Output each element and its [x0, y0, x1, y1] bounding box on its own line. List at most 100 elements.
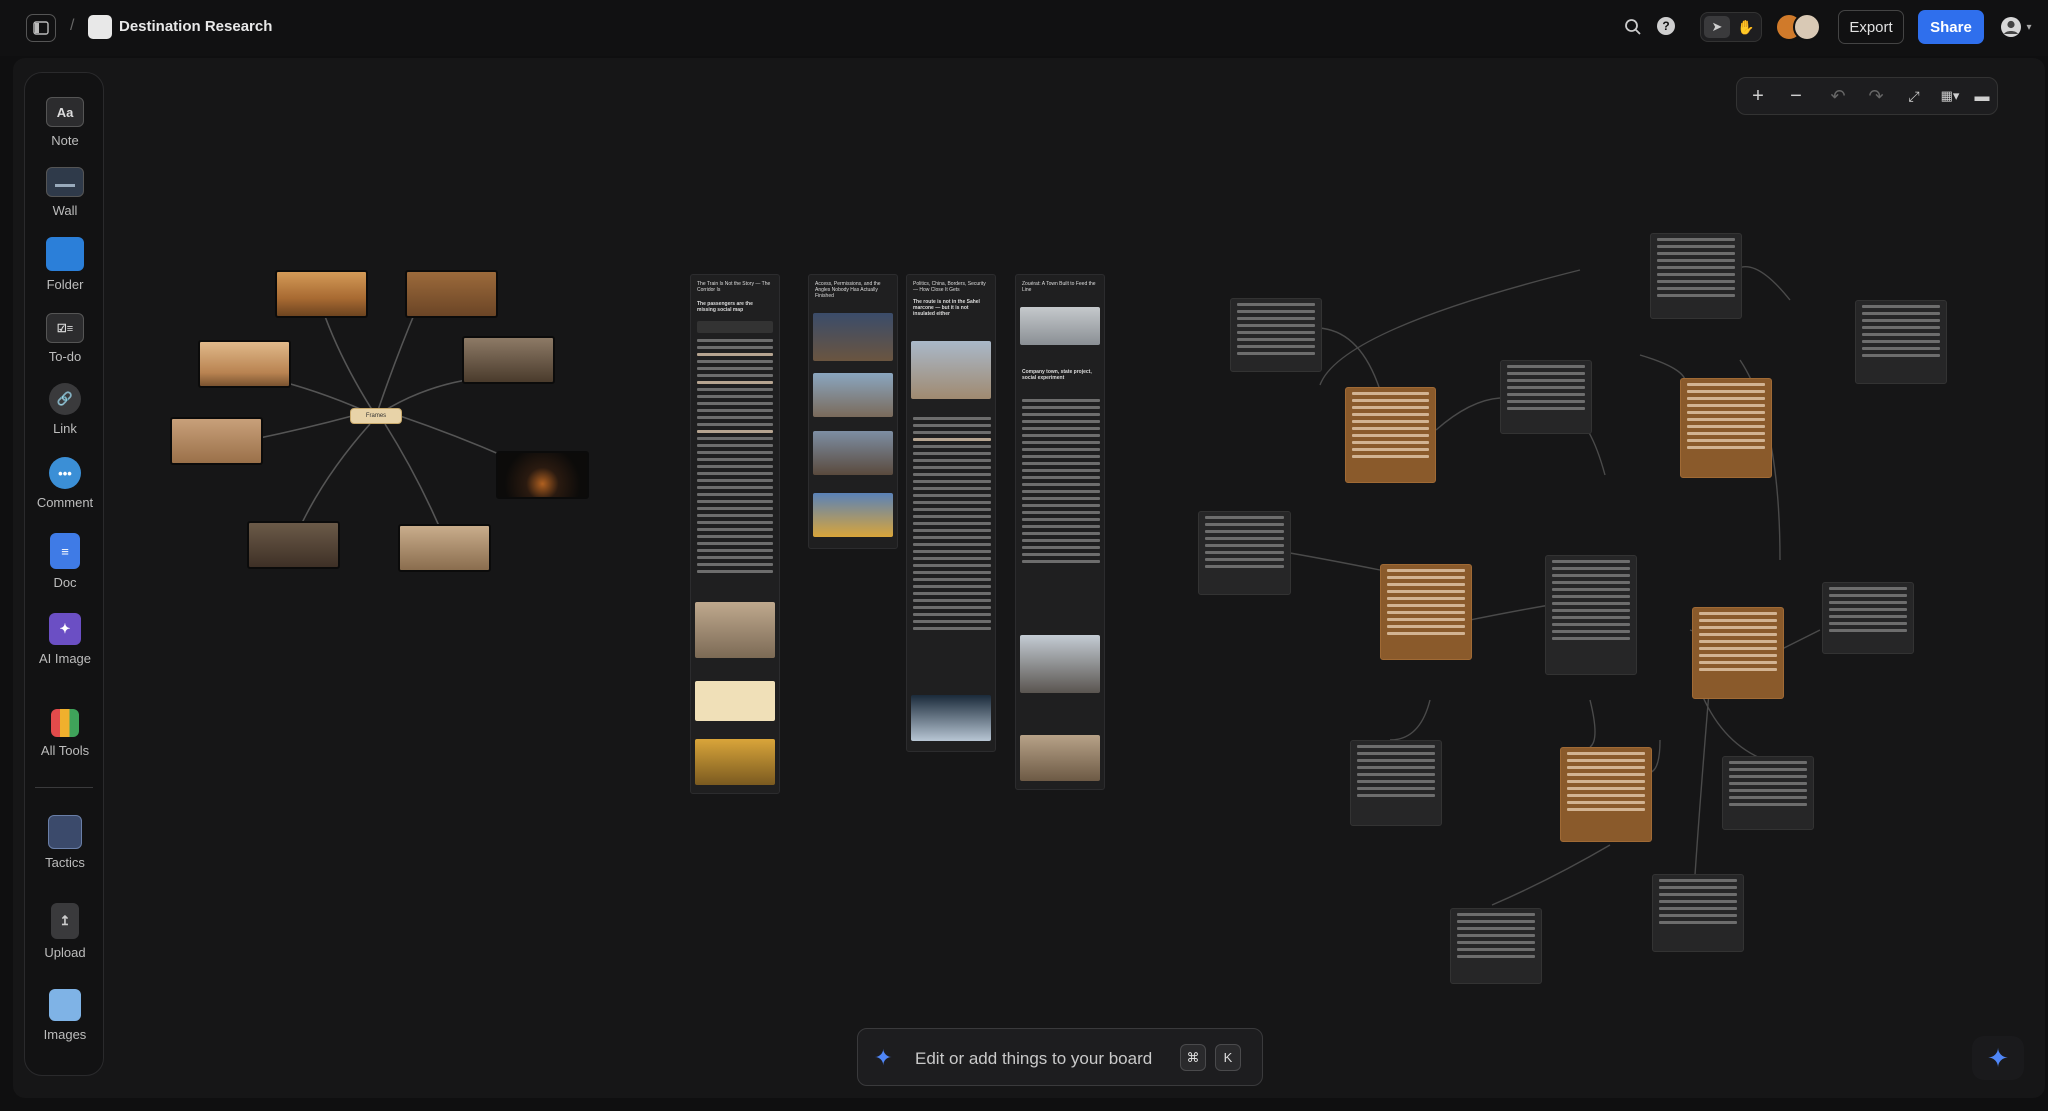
- research-column-1[interactable]: The Train Is Not the Story — The Corrido…: [690, 274, 780, 794]
- sparkle-icon: ✦: [874, 1045, 893, 1070]
- command-input-placeholder[interactable]: Edit or add things to your board: [915, 1049, 1152, 1069]
- tool-todo[interactable]: ☑≡ To-do: [25, 313, 105, 364]
- image-thumb[interactable]: [695, 681, 775, 721]
- undo-icon[interactable]: ↶: [1825, 83, 1851, 109]
- tool-label: Upload: [44, 945, 86, 960]
- tool-label: All Tools: [40, 743, 90, 758]
- pointer-tool-icon[interactable]: ➤: [1704, 16, 1730, 38]
- link-icon: 🔗: [49, 383, 81, 415]
- note-card-highlight[interactable]: [1345, 387, 1436, 483]
- note-card[interactable]: [1722, 756, 1814, 830]
- image-thumb[interactable]: [198, 340, 291, 388]
- note-card[interactable]: [1350, 740, 1442, 826]
- tool-doc[interactable]: ≡ Doc: [25, 533, 105, 590]
- video-thumb[interactable]: [813, 313, 893, 361]
- note-card[interactable]: [1545, 555, 1637, 675]
- ai-assistant-button[interactable]: ✦: [1972, 1036, 2024, 1080]
- note-card[interactable]: [1198, 511, 1291, 595]
- tool-label: Wall: [52, 203, 78, 218]
- column-subtitle: Company town, state project, social expe…: [1022, 369, 1092, 381]
- tool-label: Images: [43, 1027, 87, 1042]
- tool-upload[interactable]: ↥ Upload: [25, 903, 105, 960]
- mindmap-hub[interactable]: Frames: [350, 408, 402, 424]
- column-subtitle: The passengers are the missing social ma…: [697, 301, 753, 313]
- doc-icon: ≡: [50, 533, 80, 569]
- image-thumb[interactable]: [911, 341, 991, 399]
- help-icon[interactable]: ?: [1657, 17, 1675, 35]
- image-thumb[interactable]: [1020, 307, 1100, 345]
- video-thumb[interactable]: [1020, 735, 1100, 781]
- image-thumb[interactable]: [247, 521, 340, 569]
- zoom-out-icon[interactable]: −: [1783, 83, 1809, 109]
- note-card-highlight[interactable]: [1680, 378, 1772, 478]
- upload-icon: ↥: [51, 903, 79, 939]
- tool-all-tools[interactable]: All Tools: [25, 709, 105, 758]
- tool-images[interactable]: Images: [25, 989, 105, 1042]
- account-menu-icon[interactable]: ▾: [1996, 14, 2036, 40]
- note-card[interactable]: [1230, 298, 1322, 372]
- image-thumb[interactable]: [398, 524, 491, 572]
- tool-note[interactable]: Aa Note: [25, 97, 105, 148]
- tactics-icon: [48, 815, 82, 849]
- column-title: Access, Permissions, and the Angles Nobo…: [815, 281, 881, 299]
- note-card[interactable]: [1500, 360, 1592, 434]
- folder-icon: [46, 237, 84, 271]
- tool-link[interactable]: 🔗 Link: [25, 383, 105, 436]
- column-title: The Train Is Not the Story — The Corrido…: [697, 281, 771, 293]
- image-thumb[interactable]: [170, 417, 263, 465]
- note-card[interactable]: [1652, 874, 1744, 952]
- note-card[interactable]: [1822, 582, 1914, 654]
- sidebar-toggle-icon[interactable]: [26, 14, 56, 42]
- collaborator-avatars[interactable]: [1775, 13, 1823, 41]
- image-thumb[interactable]: [1020, 635, 1100, 693]
- video-thumb[interactable]: [813, 493, 893, 537]
- export-button[interactable]: Export: [1838, 10, 1904, 44]
- research-column-3[interactable]: Politics, China, Borders, Security — How…: [906, 274, 996, 752]
- tool-folder[interactable]: Folder: [25, 237, 105, 292]
- note-card-highlight[interactable]: [1692, 607, 1784, 699]
- note-card[interactable]: [1650, 233, 1742, 319]
- images-icon: [49, 989, 81, 1021]
- tool-label: Tactics: [45, 855, 85, 870]
- tool-label: Folder: [46, 277, 84, 292]
- zoom-in-icon[interactable]: +: [1745, 83, 1771, 109]
- note-card[interactable]: [1450, 908, 1542, 984]
- research-column-4[interactable]: Zouérat: A Town Built to Feed the Line C…: [1015, 274, 1105, 790]
- share-button[interactable]: Share: [1918, 10, 1984, 44]
- fit-screen-icon[interactable]: ⤢: [1901, 83, 1927, 109]
- note-icon: Aa: [46, 97, 84, 127]
- view-mode-icon[interactable]: ▦▾: [1933, 83, 1967, 109]
- all-tools-icon: [51, 709, 79, 737]
- tool-wall[interactable]: Wall: [25, 167, 105, 218]
- shortcut-key-k: K: [1215, 1044, 1241, 1071]
- image-thumb[interactable]: [462, 336, 555, 384]
- tool-tactics[interactable]: Tactics: [25, 815, 105, 870]
- tool-label: To-do: [48, 349, 82, 364]
- comments-panel-icon[interactable]: ▬: [1969, 83, 1995, 109]
- tool-label: Note: [51, 133, 79, 148]
- board-avatar-icon: [88, 15, 112, 39]
- image-thumb[interactable]: [813, 373, 893, 417]
- image-thumb[interactable]: [496, 451, 589, 499]
- avatar: [1793, 13, 1821, 41]
- note-card-highlight[interactable]: [1380, 564, 1472, 660]
- comment-icon: •••: [49, 457, 81, 489]
- research-column-2[interactable]: Access, Permissions, and the Angles Nobo…: [808, 274, 898, 549]
- note-card-highlight[interactable]: [1560, 747, 1652, 842]
- search-icon[interactable]: [1620, 14, 1646, 40]
- column-title: Politics, China, Borders, Security — How…: [913, 281, 986, 293]
- image-thumb[interactable]: [405, 270, 498, 318]
- image-thumb[interactable]: [695, 602, 775, 658]
- board-title[interactable]: Destination Research: [119, 18, 272, 35]
- command-bar[interactable]: ✦ Edit or add things to your board ⌘ K: [857, 1028, 1263, 1086]
- tool-comment[interactable]: ••• Comment: [25, 457, 105, 510]
- redo-icon[interactable]: ↷: [1863, 83, 1889, 109]
- tool-label: Doc: [53, 575, 77, 590]
- note-card[interactable]: [1855, 300, 1947, 384]
- hand-tool-icon[interactable]: ✋: [1733, 16, 1759, 38]
- tool-ai-image[interactable]: ✦ AI Image: [25, 613, 105, 666]
- video-thumb[interactable]: [911, 695, 991, 741]
- image-thumb[interactable]: [275, 270, 368, 318]
- image-thumb[interactable]: [813, 431, 893, 475]
- video-thumb[interactable]: [695, 739, 775, 785]
